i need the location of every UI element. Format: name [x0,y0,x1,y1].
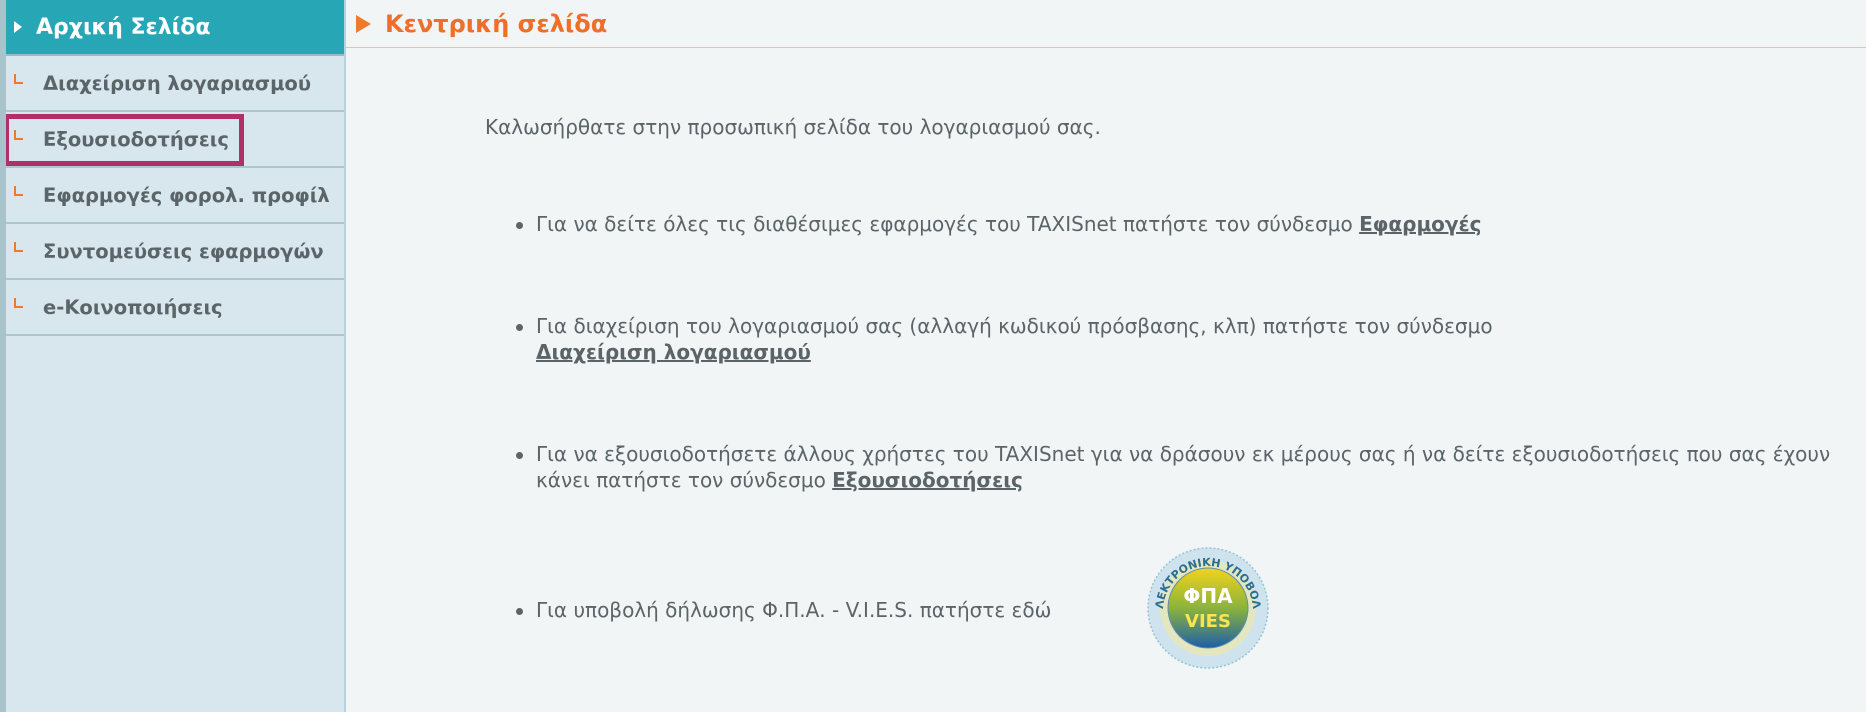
list-item: Για να εξουσιοδοτήσετε άλλους χρήστες το… [516,441,1866,493]
bullet-dot-icon [516,452,523,459]
list-item-text: Για να εξουσιοδοτήσετε άλλους χρήστες το… [536,442,1831,492]
sidebar-item-label: Εξουσιοδοτήσεις [43,127,229,151]
main-content: Καλωσήρθατε στην προσωπική σελίδα του λο… [346,49,1866,712]
corner-bullet-icon [14,186,23,196]
vies-badge-link[interactable]: ΗΛΕΚΤΡΟΝΙΚΗ ΥΠΟΒΟΛΗ ΦΠΑ VIES [1143,543,1273,673]
sidebar-item-authorizations[interactable]: Εξουσιοδοτήσεις [6,112,344,168]
list-item-text: Για να δείτε όλες τις διαθέσιμες εφαρμογ… [536,212,1360,236]
applications-link[interactable]: Εφαρμογές [1359,212,1481,236]
page: Αρχική Σελίδα Διαχείριση λογαριασμού Εξο… [0,0,1866,712]
list-item: Για να δείτε όλες τις διαθέσιμες εφαρμογ… [516,211,1866,237]
account-management-link[interactable]: Διαχείριση λογαριασμού [536,340,811,364]
list-item: Για διαχείριση του λογαριασμού σας (αλλα… [516,313,1866,365]
arrow-right-icon [356,14,371,33]
sidebar-item-label: Συντομεύσεις εφαρμογών [43,239,324,263]
welcome-text: Καλωσήρθατε στην προσωπική σελίδα του λο… [485,115,1101,139]
list-item-text: Για διαχείριση του λογαριασμού σας (αλλα… [536,314,1493,338]
vies-icon [1167,567,1249,649]
sidebar: Αρχική Σελίδα Διαχείριση λογαριασμού Εξο… [0,0,346,712]
sidebar-item-tax-profile-apps[interactable]: Εφαρμογές φορολ. προφίλ [6,168,344,224]
list-item-text: Για υποβολή δήλωσης Φ.Π.Α. - V.I.E.S. πα… [536,598,1052,622]
sidebar-item-e-notifications[interactable]: e-Κοινοποιήσεις [6,280,344,336]
main-header: Κεντρική σελίδα [346,0,1866,48]
bullet-dot-icon [516,324,523,331]
corner-bullet-icon [14,242,23,252]
bullet-dot-icon [516,608,523,615]
sidebar-item-label: Διαχείριση λογαριασμού [43,71,312,95]
corner-bullet-icon [14,130,23,140]
page-title: Κεντρική σελίδα [385,9,608,38]
sidebar-item-label: e-Κοινοποιήσεις [43,295,223,319]
bullet-dot-icon [516,222,523,229]
sidebar-item-label: Εφαρμογές φορολ. προφίλ [43,183,330,207]
sidebar-item-home[interactable]: Αρχική Σελίδα [6,0,344,56]
arrow-right-icon [14,21,22,33]
corner-bullet-icon [14,74,23,84]
authorizations-link[interactable]: Εξουσιοδοτήσεις [832,468,1023,492]
badge-top-text: ΦΠΑ [1183,584,1233,608]
corner-bullet-icon [14,298,23,308]
badge-bottom-text: VIES [1185,611,1231,632]
sidebar-home-label: Αρχική Σελίδα [36,14,211,40]
sidebar-item-account-management[interactable]: Διαχείριση λογαριασμού [6,56,344,112]
sidebar-item-app-shortcuts[interactable]: Συντομεύσεις εφαρμογών [6,224,344,280]
